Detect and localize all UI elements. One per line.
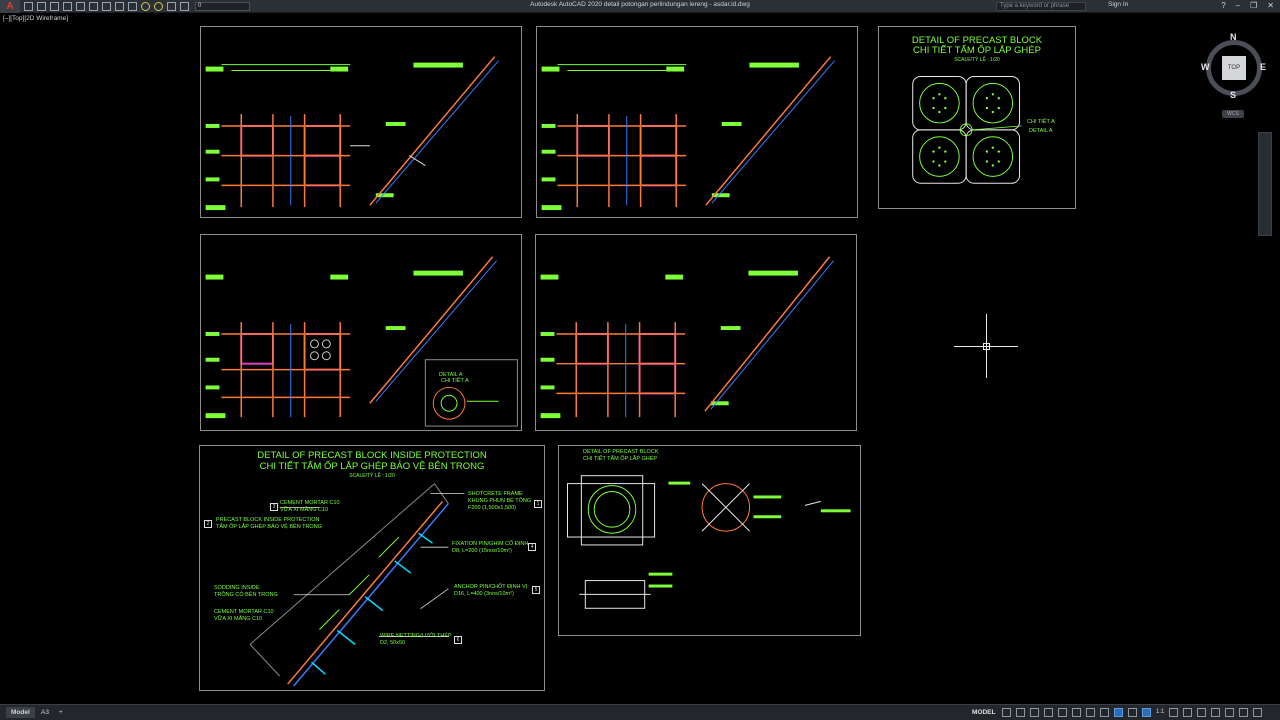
- otrack-icon[interactable]: [1072, 708, 1081, 717]
- compass-north[interactable]: N: [1230, 32, 1237, 42]
- redo-icon[interactable]: [115, 2, 124, 11]
- viewcube-top-face[interactable]: TOP: [1222, 56, 1246, 80]
- callout-precast-block: PRECAST BLOCK INSIDE PROTECTION TẤM ỐP L…: [216, 517, 322, 530]
- layer-freeze-icon[interactable]: [154, 2, 163, 11]
- autocad-window: A 0 Autodesk AutoCAD 2020 detail potonga…: [0, 0, 1280, 720]
- isolate-objects-icon[interactable]: [1211, 708, 1221, 717]
- callout-wire-netting: WIRE NETTING/LƯỚI THÉP D2, 50x50: [380, 633, 452, 646]
- inside-protection-section: [249, 483, 465, 687]
- status-toggles: 1:1: [1002, 708, 1263, 717]
- sign-in-button[interactable]: Sign In: [1108, 1, 1128, 8]
- compass-east[interactable]: E: [1260, 62, 1266, 72]
- detail-a-note-en: DETAIL A: [1029, 128, 1053, 134]
- callout-number: 5: [532, 586, 540, 594]
- compass-west[interactable]: W: [1201, 62, 1210, 72]
- cursor-pickbox: [983, 343, 990, 350]
- clean-screen-icon[interactable]: [1239, 708, 1249, 717]
- callout-cement-mortar-2: CEMENT MORTAR C10 VỮA XI MĂNG C10: [214, 609, 274, 622]
- plot-icon[interactable]: [89, 2, 98, 11]
- callout-shotcrete-frame: SHOTCRETE FRAME KHUNG PHUN BÊ TÔNG: [468, 491, 532, 504]
- slope-detail-drawing: [540, 256, 834, 419]
- save-as-icon[interactable]: [63, 2, 72, 11]
- drawing-panel-slope-2: [536, 26, 858, 218]
- ortho-icon[interactable]: [1030, 708, 1039, 717]
- precast-block-plan: [912, 75, 1022, 184]
- slope-detail-drawing: [205, 256, 518, 427]
- transparency-icon[interactable]: [1100, 708, 1109, 717]
- slope-detail-drawing: [205, 56, 499, 211]
- drawing-panel-slope-4: [535, 234, 857, 431]
- drawing-panel-inside-protection: DETAIL OF PRECAST BLOCK INSIDE PROTECTIO…: [199, 445, 545, 691]
- layer-on-icon[interactable]: [141, 2, 150, 11]
- restore-icon[interactable]: ❐: [1250, 1, 1257, 10]
- layer-lock-icon[interactable]: [167, 2, 176, 11]
- tab-model[interactable]: Model: [6, 707, 35, 718]
- layer-dropdown[interactable]: 0: [195, 2, 250, 11]
- drawing-panel-precast-block: DETAIL OF PRECAST BLOCK CHI TIẾT TẤM ỐP …: [878, 26, 1076, 209]
- callout-number: 2: [204, 520, 212, 528]
- open-file-icon[interactable]: [37, 2, 46, 11]
- callout-sodding: SODDING INSIDE TRỒNG CỎ BÊN TRONG: [214, 585, 278, 598]
- title-bar: A 0 Autodesk AutoCAD 2020 detail potonga…: [0, 0, 1280, 13]
- grid-icon[interactable]: [1002, 708, 1011, 717]
- polar-icon[interactable]: [1044, 708, 1053, 717]
- callout-number: 3: [270, 503, 278, 511]
- undo-icon[interactable]: [102, 2, 111, 11]
- callout-fixation-pin: FIXATION PIN/GHIM CỐ ĐỊNH D8, L=200 (15n…: [452, 541, 529, 554]
- close-icon[interactable]: ✕: [1267, 1, 1274, 10]
- quick-properties-icon[interactable]: [1197, 708, 1207, 717]
- detail-a-subtitle: CHI TIẾT A: [441, 378, 469, 384]
- osnap-icon[interactable]: [1058, 708, 1067, 717]
- drawing-panel-slope-1: [200, 26, 522, 218]
- callout-number: 4: [528, 543, 536, 551]
- annotation-scale[interactable]: 1:1: [1156, 708, 1164, 717]
- status-bar: Model A3 + MODEL 1:1: [0, 704, 1280, 720]
- units-icon[interactable]: [1183, 708, 1193, 717]
- navigation-bar[interactable]: [1258, 132, 1272, 236]
- add-layout-button[interactable]: +: [54, 707, 68, 718]
- hardware-acceleration-icon[interactable]: [1225, 708, 1235, 717]
- selection-cycling-icon[interactable]: [1114, 708, 1123, 717]
- search-input[interactable]: Type a keyword or phrase: [996, 2, 1086, 11]
- lineweight-icon[interactable]: [1086, 708, 1095, 717]
- new-file-icon[interactable]: [24, 2, 33, 11]
- model-space-toggle[interactable]: MODEL: [972, 709, 995, 716]
- slope-detail-drawing: [541, 56, 835, 211]
- viewport-controls[interactable]: [–][Top][2D Wireframe]: [3, 15, 68, 22]
- customization-menu-icon[interactable]: [1253, 708, 1263, 717]
- drawing-panel-block-details: DETAIL OF PRECAST BLOCK CHI TIẾT TẤM ỐP …: [558, 445, 861, 636]
- share-icon[interactable]: [128, 2, 137, 11]
- viewcube[interactable]: TOP N S W E: [1200, 32, 1268, 102]
- annotation-icon[interactable]: [1128, 708, 1137, 717]
- help-icon[interactable]: ?: [1221, 1, 1225, 10]
- callout-cement-mortar-1: CEMENT MORTAR C10 VỮA XI MĂNG C10: [280, 500, 340, 513]
- wcs-menu[interactable]: WCS: [1222, 110, 1244, 118]
- detail-a-note-vi: CHI TIẾT A: [1027, 119, 1055, 125]
- application-menu-button[interactable]: A: [0, 0, 20, 13]
- block-detail-drawings: [567, 475, 851, 609]
- save-icon[interactable]: [50, 2, 59, 11]
- drawing-panel-slope-3: DETAIL A CHI TIẾT A: [200, 234, 522, 431]
- callout-number: 1: [534, 500, 542, 508]
- quick-access-toolbar: A 0: [0, 0, 250, 13]
- tab-layout-a3[interactable]: A3: [36, 707, 54, 718]
- layer-color-icon[interactable]: [180, 2, 189, 11]
- minimize-icon[interactable]: –: [1236, 1, 1240, 10]
- callout-number: 6: [454, 636, 462, 644]
- compass-south[interactable]: S: [1230, 90, 1236, 100]
- window-controls: ? – ❐ ✕: [1221, 1, 1274, 10]
- workspace-gear-icon[interactable]: [1169, 708, 1179, 717]
- snap-icon[interactable]: [1016, 708, 1025, 717]
- annotation-visibility-icon[interactable]: [1142, 708, 1151, 717]
- callout-anchor-pin: ANCHOR PIN/CHỐT ĐỊNH VỊ D16, L=400 (3nos…: [454, 584, 528, 597]
- web-icon[interactable]: [76, 2, 85, 11]
- callout-frame-size: F200 (1,500x1,500): [468, 505, 517, 511]
